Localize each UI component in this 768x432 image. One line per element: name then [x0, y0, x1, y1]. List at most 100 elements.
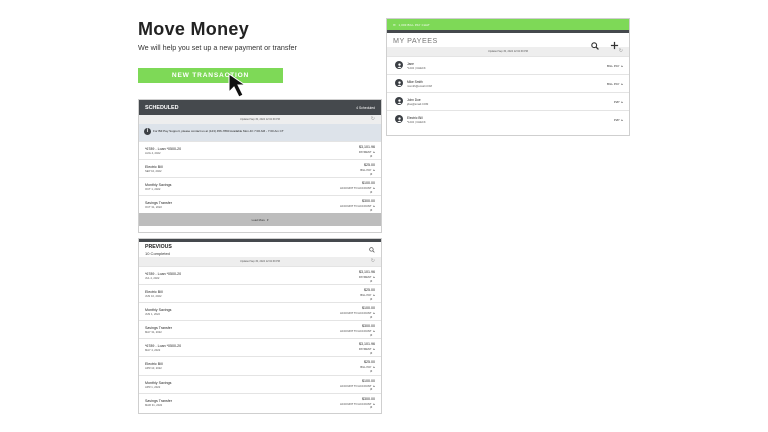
transaction-date: AUG 4, 2022	[145, 152, 161, 155]
transaction-row[interactable]: Monthly Savings OCT 1, 2022 $100.00 ACCOUNT…	[139, 177, 381, 195]
transaction-type-label: ACCOUNT TO ACCOUNT	[339, 402, 372, 406]
transaction-name: Electric Bill	[145, 362, 163, 367]
load-more-button[interactable]: Load More ▾	[139, 213, 381, 226]
chevron-right-icon: ▸	[373, 383, 375, 388]
payees-chat-bar[interactable]: ✉ 1,000 BILL PAY CHAT	[387, 19, 629, 30]
transaction-row[interactable]: *6789 - Loan *0500-20 MAY 4, 2022 $3,101.9…	[139, 338, 381, 356]
chevron-right-icon: ▸	[373, 150, 375, 154]
recurring-icon: ⇄	[370, 155, 372, 158]
transaction-date: APR 10, 2022	[145, 367, 162, 371]
transaction-amount: $300.00	[362, 199, 375, 203]
scheduled-title: SCHEDULED	[145, 104, 179, 111]
transaction-name: *6789 - Loan *0500-20	[145, 272, 182, 276]
transaction-name: *6789 - Loan *0500-20	[145, 344, 182, 349]
transaction-amount: $100.00	[362, 378, 375, 383]
support-info-text: For Bill Pay Support, please contact us …	[153, 129, 284, 133]
transaction-row[interactable]: Electric Bill SEP 10, 2022 $25.00 BILL PAY ▸…	[139, 159, 381, 177]
transaction-type: BILL PAY ▸	[360, 365, 375, 369]
scheduled-updated-text: Updated Sep 30, 2024 12:02:39 PM	[240, 118, 280, 121]
transaction-type: ACCOUNT TO ACCOUNT ▸	[340, 329, 375, 333]
refresh-icon[interactable]: ↻	[371, 116, 375, 122]
recurring-icon: ⇄	[370, 316, 372, 319]
search-icon[interactable]	[591, 42, 599, 50]
chevron-right-icon: ▸	[373, 365, 375, 370]
chevron-right-icon: ▸	[621, 82, 623, 86]
transaction-name: Electric Bill	[145, 290, 163, 295]
payee-detail: *1234 | CHECK	[407, 66, 426, 70]
refresh-icon[interactable]: ↻	[619, 48, 623, 54]
transaction-date: MAY 31, 2022	[145, 331, 162, 335]
payee-name: Jane	[407, 61, 414, 66]
user-icon	[395, 115, 403, 123]
page-title: Move Money	[138, 19, 250, 39]
transaction-type-label: ACCOUNT TO ACCOUNT	[339, 187, 372, 190]
payee-name: Electric Bill	[407, 115, 423, 120]
transaction-date: MAR 31, 2022	[145, 403, 163, 407]
transaction-name: Savings Transfer	[145, 326, 172, 331]
scheduled-count: 4 Scheduled	[356, 105, 375, 110]
payees-title: MY PAYEES	[393, 36, 438, 45]
transaction-row[interactable]: Electric Bill JUN 10, 2022 $25.00 BILL PAY ▸…	[139, 284, 381, 302]
payee-type-label: P2P	[613, 118, 620, 122]
refresh-icon[interactable]: ↻	[371, 258, 375, 264]
transaction-date: SEP 10, 2022	[145, 170, 162, 173]
transaction-row[interactable]: Savings Transfer MAY 31, 2022 $300.00 ACCOU…	[139, 320, 381, 338]
transaction-row[interactable]: Savings Transfer MAR 31, 2022 $300.00 ACCOU…	[139, 392, 381, 411]
cursor-arrow-icon	[228, 73, 247, 98]
payee-row[interactable]: Electric Bill *1234 | CHECK P2P ▸	[387, 110, 629, 128]
payee-row[interactable]: Mike Smith msmith@email.COM BILL PAY ▸	[387, 74, 629, 92]
transaction-amount: $300.00	[362, 324, 375, 329]
transaction-date: JUN 10, 2022	[145, 295, 162, 299]
transaction-type: ACCOUNT TO ACCOUNT ▸	[340, 204, 375, 208]
transaction-type-label: ACCOUNT TO ACCOUNT	[339, 384, 372, 388]
user-icon	[395, 79, 403, 87]
new-transaction-button[interactable]: NEW TRANSACTION	[138, 68, 283, 83]
search-icon[interactable]	[369, 247, 375, 253]
payee-name: John Doe	[407, 97, 421, 102]
chevron-down-icon: ▾	[266, 217, 269, 222]
transaction-amount: $100.00	[362, 181, 375, 185]
transaction-name: Savings Transfer	[145, 201, 172, 205]
transaction-name: Monthly Savings	[145, 308, 172, 313]
transaction-row[interactable]: *6789 - Loan *0500-20 AUG 4, 2022 $3,101.9…	[139, 141, 381, 159]
payee-type: P2P ▸	[614, 100, 623, 104]
transaction-row[interactable]: Savings Transfer OCT 31, 2022 $300.00 ACCOU…	[139, 195, 381, 213]
transaction-type-label: ACCOUNT TO ACCOUNT	[339, 330, 372, 334]
payee-row[interactable]: John Doe jdoe@email.COM P2P ▸	[387, 92, 629, 110]
transaction-row[interactable]: Monthly Savings APR 1, 2022 $100.00 ACCOUNT…	[139, 374, 381, 393]
scheduled-header: SCHEDULED 4 Scheduled	[139, 100, 381, 115]
chevron-right-icon: ▸	[373, 347, 375, 352]
payee-type: BILL PAY ▸	[607, 82, 623, 86]
transaction-row[interactable]: *6789 - Loan *0500-20 JUL 4, 2022 $3,101.9…	[139, 266, 381, 284]
previous-updated-text: Updated Sep 30, 2024 12:02:39 PM	[240, 260, 280, 263]
payee-type-label: BILL PAY	[607, 64, 620, 68]
transaction-type: BILL PAY ▸	[360, 168, 375, 172]
transaction-row[interactable]: Monthly Savings JUN 1, 2022 $100.00 ACCOUNT…	[139, 302, 381, 320]
transaction-type-label: ACCOUNT TO ACCOUNT	[339, 312, 372, 316]
payee-type: BILL PAY ▸	[607, 64, 623, 68]
payee-detail: *1234 | CHECK	[407, 120, 426, 124]
chevron-right-icon: ▸	[621, 64, 623, 68]
payees-updated-text: Updated Sep 30, 2024 12:02:39 PM	[488, 50, 528, 53]
payees-panel: ✉ 1,000 BILL PAY CHAT MY PAYEES Updated …	[386, 18, 630, 136]
transaction-type: ACCOUNT TO ACCOUNT ▸	[340, 402, 375, 406]
chevron-right-icon: ▸	[621, 100, 623, 104]
transaction-row[interactable]: Electric Bill APR 10, 2022 $25.00 BILL PAY ▸…	[139, 356, 381, 374]
transaction-name: Monthly Savings	[145, 183, 172, 187]
load-more-label: Load More	[251, 217, 265, 222]
transaction-date: JUN 1, 2022	[145, 313, 160, 317]
transaction-type: PAYMENT ▸	[359, 275, 375, 279]
previous-updated-bar: Updated Sep 30, 2024 12:02:39 PM ↻	[139, 257, 381, 266]
chat-icon: ✉	[393, 22, 396, 27]
add-payee-icon[interactable]	[610, 41, 619, 50]
transaction-name: Savings Transfer	[145, 398, 172, 403]
recurring-icon: ⇄	[370, 280, 372, 283]
transaction-amount: $25.00	[364, 360, 375, 365]
payee-row[interactable]: Jane *1234 | CHECK BILL PAY ▸	[387, 56, 629, 74]
recurring-icon: ⇄	[370, 173, 372, 176]
transaction-name: Monthly Savings	[145, 380, 172, 385]
transaction-amount: $3,101.96	[359, 270, 375, 274]
transaction-type: ACCOUNT TO ACCOUNT ▸	[340, 384, 375, 388]
transaction-date: OCT 1, 2022	[145, 188, 161, 191]
payee-detail: msmith@email.COM	[407, 84, 432, 88]
